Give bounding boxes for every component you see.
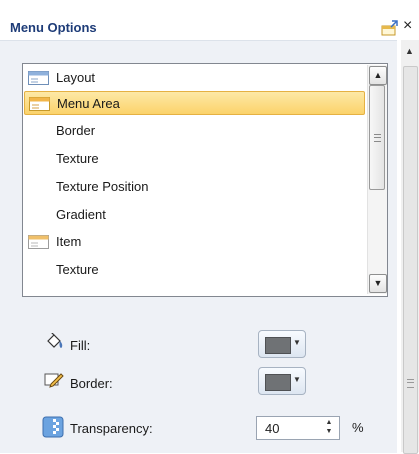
- pencil-icon: [44, 373, 64, 388]
- fill-label: Fill:: [70, 338, 91, 353]
- menu-options-panel: Menu Options × ▲ Layout Menu Area Border…: [0, 0, 419, 454]
- fill-color-swatch: [265, 337, 291, 354]
- menu-options-list[interactable]: Layout Menu Area Border Texture Texture …: [22, 63, 388, 297]
- chevron-down-icon[interactable]: ▼: [321, 427, 337, 436]
- list-item-label: Texture: [56, 262, 99, 277]
- list-item-item-texture[interactable]: Texture: [24, 258, 365, 282]
- list-item-item[interactable]: Item: [24, 230, 365, 254]
- list-item-label: Layout: [56, 70, 96, 85]
- panel-scroll-thumb[interactable]: [403, 66, 418, 454]
- transparency-label: Transparency:: [70, 421, 153, 436]
- chevron-up-icon[interactable]: ▲: [321, 418, 337, 427]
- percent-unit: %: [352, 420, 364, 435]
- scroll-grip-icon: [407, 379, 414, 388]
- list-item-border[interactable]: Border: [24, 119, 365, 143]
- menu-area-icon: [29, 97, 50, 111]
- border-color-button[interactable]: ▼: [258, 367, 306, 395]
- scroll-grip-icon: [374, 134, 381, 142]
- transparency-spinner[interactable]: 40 ▲ ▼: [256, 416, 340, 440]
- chevron-up-icon: ▲: [373, 70, 383, 80]
- paint-bucket-icon: [47, 333, 63, 348]
- close-icon[interactable]: ×: [403, 17, 412, 35]
- scroll-up-icon[interactable]: ▲: [405, 46, 414, 56]
- list-item-label: Border: [56, 123, 96, 138]
- list-item-label: Item: [56, 234, 82, 249]
- fill-color-button[interactable]: ▼: [258, 330, 306, 358]
- spinner-arrows[interactable]: ▲ ▼: [321, 418, 337, 438]
- panel-scrollbar[interactable]: ▲: [401, 40, 419, 454]
- item-icon: [28, 235, 49, 249]
- list-item-label: Gradient: [56, 207, 106, 222]
- list-item-gradient[interactable]: Gradient: [24, 203, 365, 227]
- list-scroll-thumb[interactable]: [369, 85, 385, 190]
- layout-icon: [28, 71, 49, 85]
- list-item-layout[interactable]: Layout: [24, 66, 365, 90]
- list-item-texture[interactable]: Texture: [24, 147, 365, 171]
- scroll-up-button[interactable]: ▲: [369, 66, 387, 85]
- transparency-icon: [42, 416, 64, 438]
- list-item-label: Menu Area: [57, 96, 120, 111]
- list-item-label: Texture Position: [56, 179, 149, 194]
- border-label: Border:: [70, 376, 113, 391]
- scroll-down-button[interactable]: ▼: [369, 274, 387, 293]
- chevron-down-icon: ▼: [373, 278, 383, 288]
- chevron-down-icon: ▼: [293, 375, 301, 384]
- transparency-value[interactable]: 40: [265, 421, 279, 436]
- list-scrollbar[interactable]: ▲ ▼: [367, 65, 387, 294]
- chevron-down-icon: ▼: [293, 338, 301, 347]
- list-item-label: Texture: [56, 151, 99, 166]
- pin-icon[interactable]: [381, 20, 399, 36]
- list-item-menu-area[interactable]: Menu Area: [24, 91, 365, 115]
- panel-title: Menu Options: [10, 20, 97, 35]
- list-item-texture-position[interactable]: Texture Position: [24, 175, 365, 199]
- border-color-swatch: [265, 374, 291, 391]
